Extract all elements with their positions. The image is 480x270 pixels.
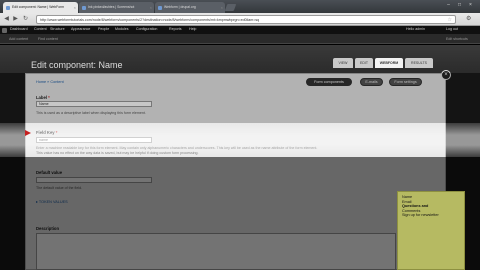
tab-webform[interactable]: WEBFORM bbox=[375, 58, 403, 68]
default-value-label: Default value bbox=[36, 170, 63, 175]
admin-menu-configuration[interactable]: Configuration bbox=[136, 27, 157, 31]
favicon-icon bbox=[82, 5, 86, 10]
breadcrumb[interactable]: Home » Content bbox=[36, 80, 64, 84]
shortcuts-bar: Add content Find content Edit shortcuts bbox=[0, 34, 480, 44]
default-value-description: The default value of the field. bbox=[36, 186, 83, 190]
admin-menu-structure[interactable]: Structure bbox=[50, 27, 65, 31]
page-title: Edit component: Name bbox=[31, 60, 123, 70]
edit-shortcuts-link[interactable]: Edit shortcuts bbox=[446, 37, 468, 41]
minimize-button[interactable]: – bbox=[444, 2, 453, 9]
close-tab-icon[interactable]: × bbox=[74, 5, 76, 10]
favicon-icon bbox=[158, 5, 162, 10]
admin-menu-people[interactable]: People bbox=[98, 27, 109, 31]
browser-tab[interactable]: Webform | drupal.org × bbox=[155, 2, 225, 13]
admin-menu-content[interactable]: Content bbox=[34, 27, 47, 31]
pointer-arrow-icon bbox=[25, 130, 31, 136]
admin-menu-bar: Dashboard Content Structure Appearance P… bbox=[0, 26, 480, 34]
shortcut-add-content[interactable]: Add content bbox=[9, 37, 28, 41]
token-values-label: TOKEN VALUES bbox=[38, 200, 68, 204]
field-key-description-2: This value has no effect on the way data… bbox=[36, 151, 199, 155]
field-key-label: Field Key * bbox=[36, 130, 57, 135]
field-key-label-text: Field Key bbox=[36, 130, 55, 135]
home-icon[interactable] bbox=[2, 27, 7, 33]
tab-view[interactable]: VIEW bbox=[333, 58, 353, 68]
chevron-right-icon: ▸ bbox=[36, 200, 38, 204]
favicon-icon bbox=[6, 5, 10, 10]
description-textarea[interactable] bbox=[36, 233, 396, 270]
maximize-button[interactable]: □ bbox=[455, 2, 464, 9]
close-window-button[interactable]: × bbox=[466, 2, 475, 9]
browser-tab[interactable]: Ink pinked/ashtes | Screenshot × bbox=[79, 2, 154, 13]
tab-edit[interactable]: EDIT bbox=[355, 58, 373, 68]
close-tab-icon[interactable]: × bbox=[150, 5, 152, 10]
user-greeting[interactable]: Hello admin bbox=[406, 27, 425, 31]
required-marker: * bbox=[55, 130, 58, 135]
bookmark-star-icon[interactable]: ☆ bbox=[448, 16, 452, 23]
label-description: This is used as a descriptive label when… bbox=[36, 111, 146, 115]
close-tab-icon[interactable]: × bbox=[221, 5, 223, 10]
admin-menu-modules[interactable]: Modules bbox=[115, 27, 129, 31]
wrench-icon[interactable]: ⚙ bbox=[466, 16, 471, 23]
logout-link[interactable]: Log out bbox=[446, 27, 458, 31]
shortcut-find-content[interactable]: Find content bbox=[38, 37, 58, 41]
admin-menu-appearance[interactable]: Appearance bbox=[71, 27, 90, 31]
tab-results[interactable]: RESULTS bbox=[405, 58, 433, 68]
close-icon[interactable]: × bbox=[441, 70, 451, 80]
note-line: Sign up for newsletter bbox=[402, 213, 439, 218]
default-value-input[interactable] bbox=[36, 177, 152, 183]
address-bar[interactable]: http://www.webformtutorials.com/node/8/w… bbox=[36, 15, 456, 24]
back-arrow-icon[interactable]: ◀ bbox=[3, 16, 10, 23]
form-components-button[interactable]: Form components bbox=[306, 78, 352, 86]
description-label: Description bbox=[36, 226, 60, 231]
required-marker: * bbox=[48, 95, 50, 100]
admin-menu-reports[interactable]: Reports bbox=[169, 27, 182, 31]
forward-arrow-icon[interactable]: ▶ bbox=[12, 16, 19, 23]
field-key-description: Enter a machine readable key for this fo… bbox=[36, 146, 318, 150]
label-input[interactable]: Name bbox=[36, 101, 152, 107]
new-tab-button[interactable] bbox=[224, 4, 237, 11]
browser-tab-label: Webform | drupal.org bbox=[164, 5, 196, 9]
browser-tab-label: Edit component: Name | WebForm bbox=[12, 5, 65, 9]
screen: Edit component: Name | WebForm × Ink pin… bbox=[0, 0, 480, 270]
token-values-toggle[interactable]: ▸ TOKEN VALUES bbox=[36, 199, 68, 204]
emails-button[interactable]: E-mails bbox=[360, 78, 383, 86]
field-key-input[interactable]: name bbox=[36, 137, 152, 143]
label-field-label: Label * bbox=[36, 95, 50, 100]
form-preview-note: Name Email Questions and Comments Sign u… bbox=[397, 191, 465, 270]
reload-icon[interactable]: ↻ bbox=[22, 16, 29, 23]
admin-menu-dashboard[interactable]: Dashboard bbox=[10, 27, 28, 31]
browser-tab-bar: Edit component: Name | WebForm × Ink pin… bbox=[0, 0, 480, 13]
admin-menu-help[interactable]: Help bbox=[189, 27, 196, 31]
label-field-label-text: Label bbox=[36, 95, 47, 100]
form-settings-button[interactable]: Form settings bbox=[389, 78, 422, 86]
url-text: http://www.webformtutorials.com/node/8/w… bbox=[40, 18, 260, 22]
browser-tab-active[interactable]: Edit component: Name | WebForm × bbox=[3, 2, 78, 13]
browser-toolbar: ◀ ▶ ↻ http://www.webformtutorials.com/no… bbox=[0, 13, 480, 26]
browser-tab-label: Ink pinked/ashtes | Screenshot bbox=[88, 5, 135, 9]
